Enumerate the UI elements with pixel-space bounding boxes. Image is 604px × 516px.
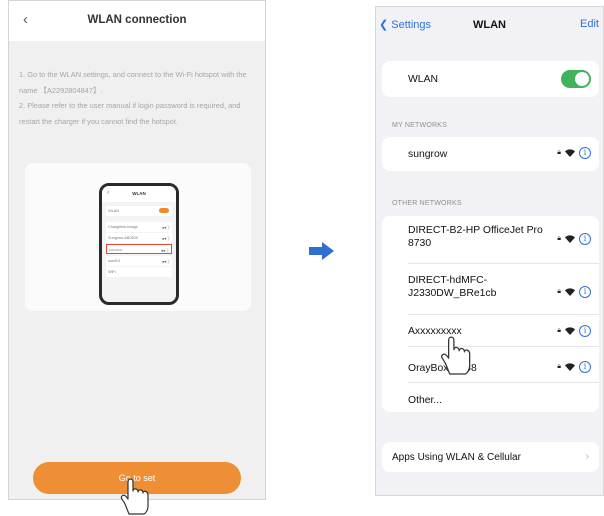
navigation-bar: ❮ Settings WLAN Edit — [376, 7, 603, 47]
illustration-row-label: WiFi — [108, 270, 116, 274]
other-networks-header: OTHER NETWORKS — [392, 200, 462, 207]
nav-title: WLAN — [473, 19, 506, 31]
network-name: DIRECT-B2-HP OfficeJet Pro 8730 — [408, 225, 543, 249]
wifi-icon — [565, 363, 575, 371]
illustration-network-icons: ●▾ⓘ — [162, 260, 170, 264]
other-networks-group: DIRECT-B2-HP OfficeJet Pro 8730 🔒︎ i DIR… — [382, 216, 599, 412]
page-title: WLAN connection — [87, 14, 187, 26]
wifi-icon — [565, 149, 575, 157]
lock-icon: 🔒︎ — [557, 288, 561, 295]
my-networks-group: sungrow 🔒︎ i — [382, 137, 599, 171]
illustration-row: Chargelink-image ●▾ⓘ — [106, 222, 172, 232]
network-row[interactable]: DIRECT-B2-HP OfficeJet Pro 8730 🔒︎ i — [382, 216, 599, 260]
apps-using-row[interactable]: Apps Using WLAN & Cellular › — [382, 442, 599, 472]
illustration-row: sun001 ●▾ⓘ — [106, 256, 172, 266]
wifi-icon — [565, 235, 575, 243]
illustration-network-icons: ●▾ⓘ — [162, 226, 170, 230]
lock-icon: 🔒︎ — [557, 363, 561, 370]
toggle-knob — [575, 72, 589, 86]
network-row[interactable]: DIRECT-hdMFC-J2330DW_BRe1cb 🔒︎ i — [382, 264, 599, 314]
illustration-toggle — [159, 208, 169, 213]
illustration-row: WiFi — [106, 267, 172, 277]
illustration-row-label: Chargelink-image — [108, 225, 138, 229]
illustration-network-icons: ●▾ⓘ — [161, 249, 169, 253]
network-name: sungrow — [408, 149, 448, 160]
info-icon[interactable]: i — [579, 286, 591, 298]
info-icon[interactable]: i — [579, 361, 591, 373]
header-bar: ‹ WLAN connection — [9, 1, 265, 41]
network-row[interactable]: Axxxxxxxxx 🔒︎ i — [382, 315, 599, 345]
other-network-row[interactable]: Other... — [382, 383, 599, 411]
network-row[interactable]: sungrow 🔒︎ i — [382, 137, 599, 171]
pointer-hand-icon — [441, 336, 471, 375]
illustration-header: ‹ WLAN — [102, 186, 176, 202]
illustration-network-icons: ●▾ⓘ — [162, 237, 170, 241]
illustration-row-label: WLAN — [108, 209, 119, 213]
network-icons: 🔒︎ i — [557, 233, 591, 245]
wifi-icon — [565, 288, 575, 296]
illustration-card: ‹ WLAN WLAN Chargelink-image ●▾ⓘ Sungrow… — [25, 163, 251, 311]
wlan-toggle-group: WLAN — [382, 61, 599, 97]
network-icons: 🔒︎ i — [557, 325, 591, 337]
info-icon[interactable]: i — [579, 147, 591, 159]
illustration-row-wlan: WLAN — [106, 206, 172, 216]
illustration-row: Sungrow-AB0305 ●▾ⓘ — [106, 233, 172, 243]
instructions: 1. Go to the WLAN settings, and connect … — [19, 67, 259, 129]
wlan-toggle[interactable] — [561, 70, 591, 88]
chevron-right-icon: › — [585, 451, 589, 462]
other-label: Other... — [408, 395, 443, 406]
ios-wlan-settings-screen: ❮ Settings WLAN Edit WLAN MY NETWORKS su… — [375, 6, 604, 496]
edit-button[interactable]: Edit — [580, 18, 599, 30]
network-icons: 🔒︎ i — [557, 147, 591, 159]
wlan-toggle-row: WLAN — [382, 61, 599, 97]
instruction-step-1: 1. Go to the WLAN settings, and connect … — [19, 70, 247, 95]
network-icons: 🔒︎ i — [557, 286, 591, 298]
network-icons: 🔒︎ i — [557, 361, 591, 373]
network-name: DIRECT-hdMFC-J2330DW_BRe1cb — [408, 275, 497, 299]
next-step-arrow-icon — [309, 242, 334, 260]
apps-using-group: Apps Using WLAN & Cellular › — [382, 442, 599, 472]
instruction-step-2: 2. Please refer to the user manual if lo… — [19, 101, 241, 126]
illustration-row-label: sun001 — [108, 259, 121, 263]
apps-using-label: Apps Using WLAN & Cellular — [392, 452, 521, 463]
info-icon[interactable]: i — [579, 325, 591, 337]
lock-icon: 🔒︎ — [557, 235, 561, 242]
phone-illustration: ‹ WLAN WLAN Chargelink-image ●▾ⓘ Sungrow… — [99, 183, 179, 305]
wlan-connection-screen: ‹ WLAN connection 1. Go to the WLAN sett… — [8, 0, 266, 500]
illustration-row-selected: •••••••••• ●▾ⓘ — [106, 244, 172, 254]
illustration-row-label: Sungrow-AB0305 — [108, 236, 138, 240]
pointer-hand-icon — [120, 478, 149, 515]
lock-icon: 🔒︎ — [557, 327, 561, 334]
illustration-title: WLAN — [132, 191, 146, 196]
my-networks-header: MY NETWORKS — [392, 122, 447, 129]
illustration-row-label: •••••••••• — [109, 248, 123, 252]
network-row[interactable]: OrayBox-C868 🔒︎ i — [382, 347, 599, 377]
info-icon[interactable]: i — [579, 233, 591, 245]
wifi-icon — [565, 327, 575, 335]
wlan-label: WLAN — [408, 74, 439, 85]
lock-icon: 🔒︎ — [557, 149, 561, 156]
